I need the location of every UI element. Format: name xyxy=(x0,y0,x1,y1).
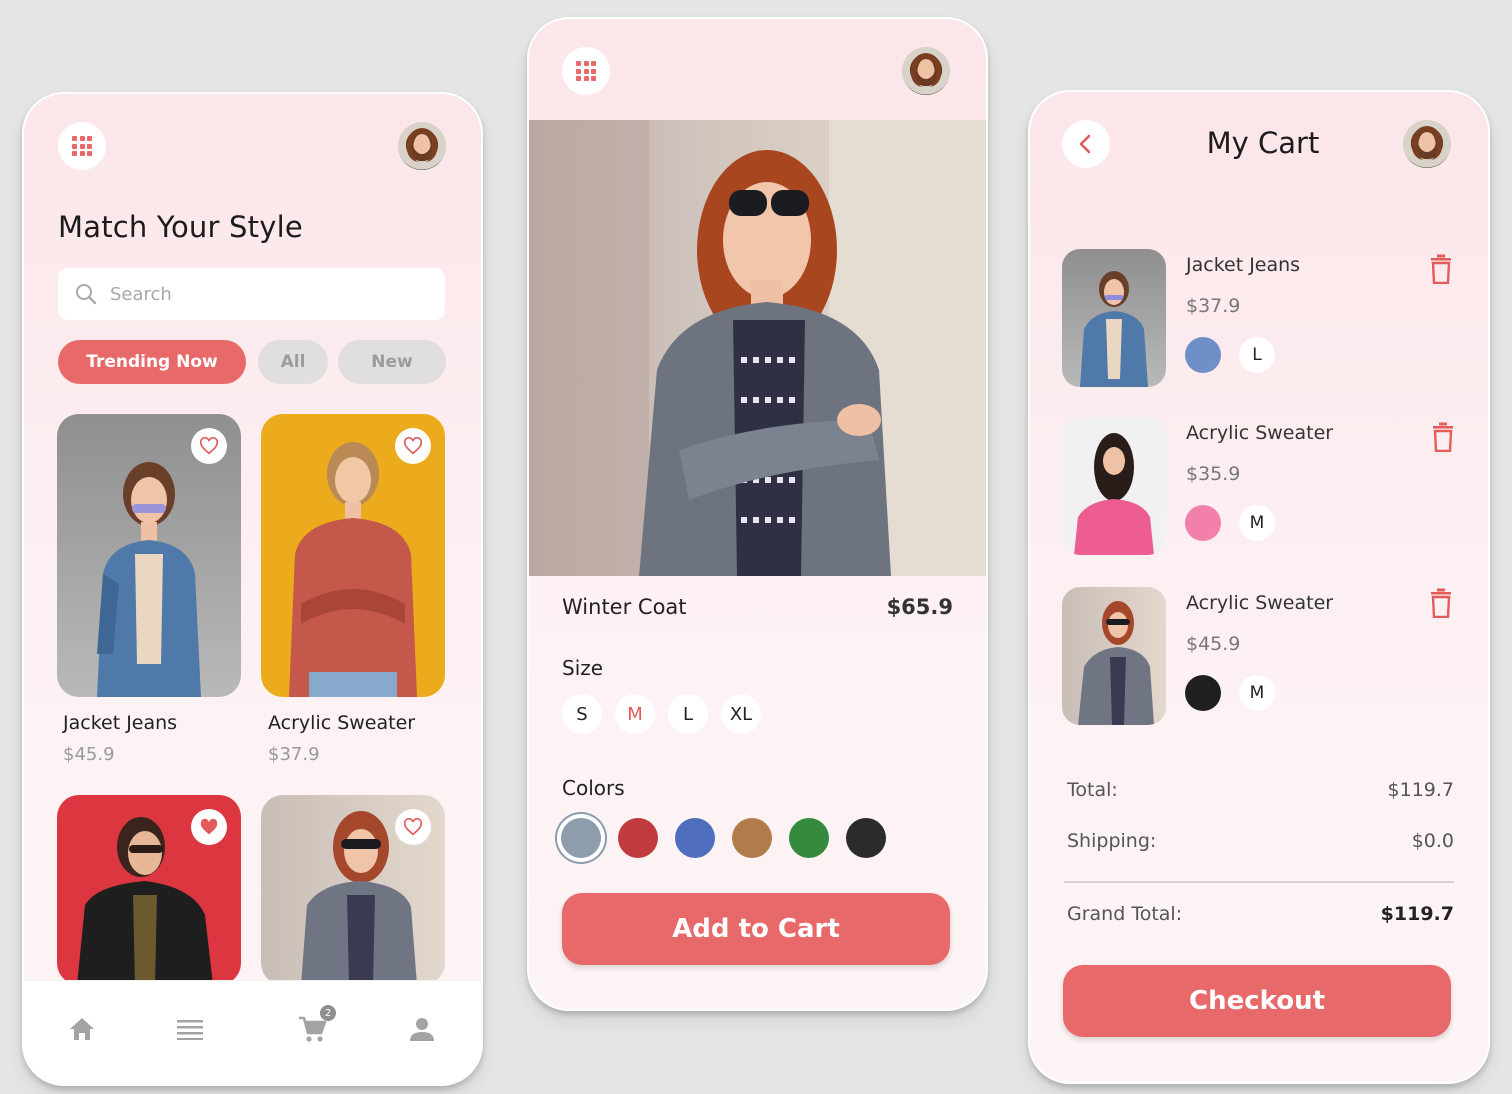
heart-outline-icon xyxy=(403,818,423,836)
heart-outline-icon xyxy=(199,437,219,455)
page-title: My Cart xyxy=(1206,126,1320,160)
cart-item-color xyxy=(1185,505,1221,541)
shipping-label: Shipping: xyxy=(1067,830,1157,852)
cart-item-image xyxy=(1062,249,1166,387)
chevron-left-icon xyxy=(1079,134,1091,154)
color-swatch-green[interactable] xyxy=(789,818,829,858)
product-price: $65.9 xyxy=(886,595,953,619)
cart-item-price: $45.9 xyxy=(1186,633,1241,655)
cart-item-name: Acrylic Sweater xyxy=(1186,422,1334,444)
cart-item-price: $37.9 xyxy=(1186,295,1241,317)
avatar[interactable] xyxy=(1403,120,1451,168)
cart-item-image xyxy=(1062,417,1166,555)
size-option-xl[interactable]: XL xyxy=(721,694,761,734)
home-icon xyxy=(70,1018,94,1040)
cart-screen: My Cart Jacket Jeans $37.9 L Acrylic Swe… xyxy=(1028,90,1490,1084)
trash-icon[interactable] xyxy=(1429,254,1453,284)
summary-divider xyxy=(1064,881,1454,883)
nav-list[interactable] xyxy=(172,1011,208,1047)
cart-item-size: M xyxy=(1239,675,1275,711)
size-label: Size xyxy=(562,656,604,680)
shipping-value: $0.0 xyxy=(1411,830,1454,852)
chip-all[interactable]: All xyxy=(258,340,328,384)
product-price: $45.9 xyxy=(63,744,115,765)
search-bar[interactable] xyxy=(58,268,445,320)
back-button[interactable] xyxy=(1062,120,1110,168)
bottom-nav: 2 xyxy=(24,980,481,1084)
cart-item-color xyxy=(1185,337,1221,373)
heart-outline-icon xyxy=(403,437,423,455)
total-label: Total: xyxy=(1067,779,1118,801)
list-icon xyxy=(177,1020,203,1040)
add-to-cart-button[interactable]: Add to Cart xyxy=(562,893,950,965)
cart-item-price: $35.9 xyxy=(1186,463,1241,485)
cart-item-name: Acrylic Sweater xyxy=(1186,592,1334,614)
product-card-jacket-jeans[interactable] xyxy=(57,414,241,697)
page-title: Match Your Style xyxy=(58,210,303,244)
size-selector: S M L XL xyxy=(562,694,774,734)
product-card-winter-coat[interactable] xyxy=(261,795,445,985)
product-name: Winter Coat xyxy=(562,595,687,619)
size-option-l[interactable]: L xyxy=(668,694,708,734)
grand-total-label: Grand Total: xyxy=(1067,903,1183,925)
color-swatch-red[interactable] xyxy=(618,818,658,858)
product-card-acrylic-sweater[interactable] xyxy=(261,414,445,697)
search-icon xyxy=(76,284,97,305)
checkout-button[interactable]: Checkout xyxy=(1063,965,1451,1037)
favorite-button[interactable] xyxy=(191,428,227,464)
heart-filled-icon xyxy=(200,818,218,835)
cart-item-image xyxy=(1062,587,1166,725)
grid-icon xyxy=(72,136,92,156)
nav-profile[interactable] xyxy=(404,1011,440,1047)
avatar[interactable] xyxy=(398,122,446,170)
grid-icon xyxy=(576,61,596,81)
chip-new[interactable]: New xyxy=(338,340,446,384)
avatar[interactable] xyxy=(902,47,950,95)
color-swatch-blue[interactable] xyxy=(675,818,715,858)
favorite-button[interactable] xyxy=(395,809,431,845)
favorite-button[interactable] xyxy=(395,428,431,464)
chip-trending-now[interactable]: Trending Now xyxy=(58,340,246,384)
home-screen: Match Your Style Trending Now All New Ja… xyxy=(22,92,483,1086)
favorite-button[interactable] xyxy=(191,809,227,845)
grand-total-value: $119.7 xyxy=(1380,903,1454,925)
cart-count-badge: 2 xyxy=(320,1005,336,1021)
trash-icon[interactable] xyxy=(1429,588,1453,618)
color-swatch-brown[interactable] xyxy=(732,818,772,858)
cart-item-size: M xyxy=(1239,505,1275,541)
color-swatch-gray[interactable] xyxy=(561,818,601,858)
trash-icon[interactable] xyxy=(1431,422,1455,452)
cart-item-name: Jacket Jeans xyxy=(1186,254,1301,276)
product-price: $37.9 xyxy=(268,744,320,765)
color-selector xyxy=(561,818,903,858)
nav-cart[interactable]: 2 xyxy=(294,1005,336,1047)
product-detail-screen: Winter Coat $65.9 Size S M L XL Colors A… xyxy=(527,17,988,1011)
nav-home[interactable] xyxy=(64,1011,100,1047)
product-card-leather-jacket[interactable] xyxy=(57,795,241,985)
product-name: Acrylic Sweater xyxy=(268,712,416,734)
size-option-m[interactable]: M xyxy=(615,694,655,734)
product-name: Jacket Jeans xyxy=(63,712,178,734)
user-icon xyxy=(410,1018,434,1041)
menu-grid-button[interactable] xyxy=(58,122,106,170)
total-value: $119.7 xyxy=(1387,779,1454,801)
cart-item-color xyxy=(1185,675,1221,711)
colors-label: Colors xyxy=(562,776,625,800)
product-hero-image xyxy=(529,120,986,576)
size-option-s[interactable]: S xyxy=(562,694,602,734)
menu-grid-button[interactable] xyxy=(562,47,610,95)
cart-item-size: L xyxy=(1239,337,1275,373)
search-input[interactable] xyxy=(108,282,432,306)
color-swatch-black[interactable] xyxy=(846,818,886,858)
